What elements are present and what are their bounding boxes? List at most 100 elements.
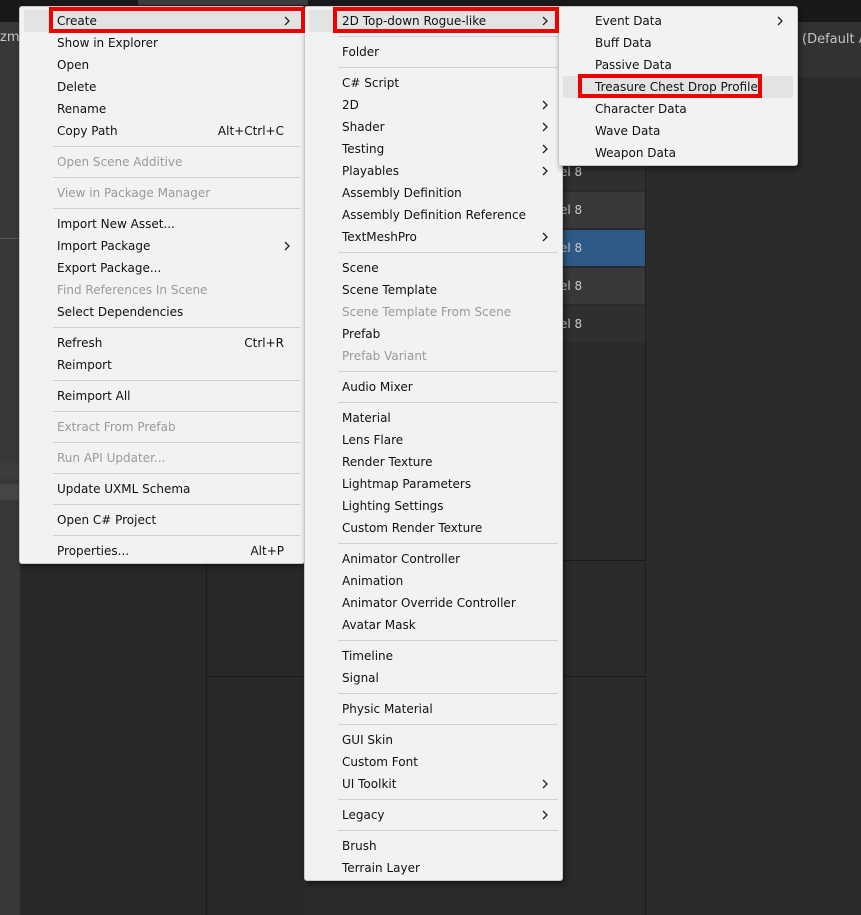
- menu-item-treasure-chest-drop-profile[interactable]: Treasure Chest Drop Profile: [563, 76, 793, 98]
- menu-item-reimport[interactable]: Reimport: [24, 354, 300, 376]
- menu-item-label: Copy Path: [57, 124, 118, 138]
- inspector-header-text: (Default A: [802, 32, 861, 47]
- menu-item-label: Assembly Definition: [342, 186, 462, 200]
- create-submenu: 2D Top-down Rogue-like Folder C# Script 2D S…: [304, 6, 563, 881]
- menu-item-signal[interactable]: Signal: [309, 667, 558, 689]
- menu-item-update-uxml-schema[interactable]: Update UXML Schema: [24, 478, 300, 500]
- menu-item-lightmap-parameters[interactable]: Lightmap Parameters: [309, 473, 558, 495]
- menu-item-animator-override-controller[interactable]: Animator Override Controller: [309, 592, 558, 614]
- menu-item-export-package[interactable]: Export Package...: [24, 257, 300, 279]
- menu-item-ui-toolkit[interactable]: UI Toolkit: [309, 773, 558, 795]
- menu-item-weapon-data[interactable]: Weapon Data: [563, 142, 793, 164]
- asset-list-row[interactable]: el 8: [560, 230, 645, 266]
- menu-item-label: Testing: [342, 142, 385, 156]
- menu-item-label: Extract From Prefab: [57, 420, 176, 434]
- menu-item-2d-top-down-rogue-like[interactable]: 2D Top-down Rogue-like: [309, 10, 558, 32]
- menu-item-render-texture[interactable]: Render Texture: [309, 451, 558, 473]
- chevron-right-icon: [540, 142, 550, 156]
- menu-item-custom-font[interactable]: Custom Font: [309, 751, 558, 773]
- menu-item-c-script[interactable]: C# Script: [309, 72, 558, 94]
- menu-item-rename[interactable]: Rename: [24, 98, 300, 120]
- menu-item-label: Wave Data: [595, 124, 661, 138]
- menu-item-2d[interactable]: 2D: [309, 94, 558, 116]
- menu-item-label: Lightmap Parameters: [342, 477, 472, 491]
- menu-item-testing[interactable]: Testing: [309, 138, 558, 160]
- menu-item-label: Update UXML Schema: [57, 482, 191, 496]
- menu-item-scene-template[interactable]: Scene Template: [309, 279, 558, 301]
- menu-item-label: Delete: [57, 80, 97, 94]
- menu-item-properties[interactable]: Properties... Alt+P: [24, 540, 300, 562]
- menu-item-label: Scene: [342, 261, 379, 275]
- menu-item-folder[interactable]: Folder: [309, 41, 558, 63]
- asset-list-row-label: el 8: [560, 165, 583, 179]
- menu-item-extract-from-prefab: Extract From Prefab: [24, 416, 300, 438]
- menu-item-wave-data[interactable]: Wave Data: [563, 120, 793, 142]
- menu-item-audio-mixer[interactable]: Audio Mixer: [309, 376, 558, 398]
- menu-item-animation[interactable]: Animation: [309, 570, 558, 592]
- menu-item-physic-material[interactable]: Physic Material: [309, 698, 558, 720]
- menu-item-assembly-definition[interactable]: Assembly Definition: [309, 182, 558, 204]
- menu-item-delete[interactable]: Delete: [24, 76, 300, 98]
- menu-item-scene[interactable]: Scene: [309, 257, 558, 279]
- menu-separator: [53, 208, 300, 209]
- menu-item-label: TextMeshPro: [342, 230, 417, 244]
- menu-item-show-in-explorer[interactable]: Show in Explorer: [24, 32, 300, 54]
- menu-item-timeline[interactable]: Timeline: [309, 645, 558, 667]
- menu-item-label: Animator Controller: [342, 552, 461, 566]
- menu-item-event-data[interactable]: Event Data: [563, 10, 793, 32]
- menu-item-copy-path[interactable]: Copy Path Alt+Ctrl+C: [24, 120, 300, 142]
- menu-item-passive-data[interactable]: Passive Data: [563, 54, 793, 76]
- menu-item-label: Show in Explorer: [57, 36, 158, 50]
- menu-item-brush[interactable]: Brush: [309, 835, 558, 857]
- menu-item-terrain-layer[interactable]: Terrain Layer: [309, 857, 558, 879]
- menu-item-label: Event Data: [595, 14, 662, 28]
- menu-item-label: Shader: [342, 120, 385, 134]
- menu-separator: [53, 473, 300, 474]
- menu-item-playables[interactable]: Playables: [309, 160, 558, 182]
- menu-item-import-new-asset[interactable]: Import New Asset...: [24, 213, 300, 235]
- menu-item-assembly-definition-reference[interactable]: Assembly Definition Reference: [309, 204, 558, 226]
- menu-item-select-dependencies[interactable]: Select Dependencies: [24, 301, 300, 323]
- menu-item-label: Audio Mixer: [342, 380, 413, 394]
- menu-item-reimport-all[interactable]: Reimport All: [24, 385, 300, 407]
- menu-separator: [53, 411, 300, 412]
- menu-item-label: Animation: [342, 574, 404, 588]
- asset-list-row[interactable]: el 8: [560, 268, 645, 304]
- menu-item-legacy[interactable]: Legacy: [309, 804, 558, 826]
- menu-item-label: Treasure Chest Drop Profile: [595, 80, 758, 94]
- menu-item-custom-render-texture[interactable]: Custom Render Texture: [309, 517, 558, 539]
- asset-list-row[interactable]: el 8: [560, 192, 645, 228]
- menu-separator: [338, 67, 558, 68]
- menu-item-prefab[interactable]: Prefab: [309, 323, 558, 345]
- menu-separator: [338, 543, 558, 544]
- menu-item-label: Signal: [342, 671, 379, 685]
- menu-item-refresh[interactable]: Refresh Ctrl+R: [24, 332, 300, 354]
- asset-context-menu: Create Show in Explorer Open Delete Rename Co…: [19, 6, 305, 564]
- menu-item-lighting-settings[interactable]: Lighting Settings: [309, 495, 558, 517]
- menu-separator: [53, 504, 300, 505]
- menu-item-scene-template-from-scene: Scene Template From Scene: [309, 301, 558, 323]
- menu-item-open[interactable]: Open: [24, 54, 300, 76]
- menu-item-material[interactable]: Material: [309, 407, 558, 429]
- menu-item-create[interactable]: Create: [24, 10, 300, 32]
- menu-item-label: Character Data: [595, 102, 687, 116]
- menu-item-gui-skin[interactable]: GUI Skin: [309, 729, 558, 751]
- menu-item-import-package[interactable]: Import Package: [24, 235, 300, 257]
- menu-item-label: Prefab: [342, 327, 381, 341]
- menu-item-open-c-project[interactable]: Open C# Project: [24, 509, 300, 531]
- menu-item-label: Buff Data: [595, 36, 652, 50]
- menu-item-textmeshpro[interactable]: TextMeshPro: [309, 226, 558, 248]
- menu-item-character-data[interactable]: Character Data: [563, 98, 793, 120]
- menu-item-shader[interactable]: Shader: [309, 116, 558, 138]
- menu-item-animator-controller[interactable]: Animator Controller: [309, 548, 558, 570]
- chevron-right-icon: [540, 164, 550, 178]
- menu-item-label: Render Texture: [342, 455, 433, 469]
- menu-item-avatar-mask[interactable]: Avatar Mask: [309, 614, 558, 636]
- asset-list-row[interactable]: el 8: [560, 306, 645, 342]
- menu-item-buff-data[interactable]: Buff Data: [563, 32, 793, 54]
- menu-item-prefab-variant: Prefab Variant: [309, 345, 558, 367]
- menu-item-run-api-updater: Run API Updater...: [24, 447, 300, 469]
- chevron-right-icon: [282, 239, 292, 253]
- menu-separator: [338, 640, 558, 641]
- menu-item-lens-flare[interactable]: Lens Flare: [309, 429, 558, 451]
